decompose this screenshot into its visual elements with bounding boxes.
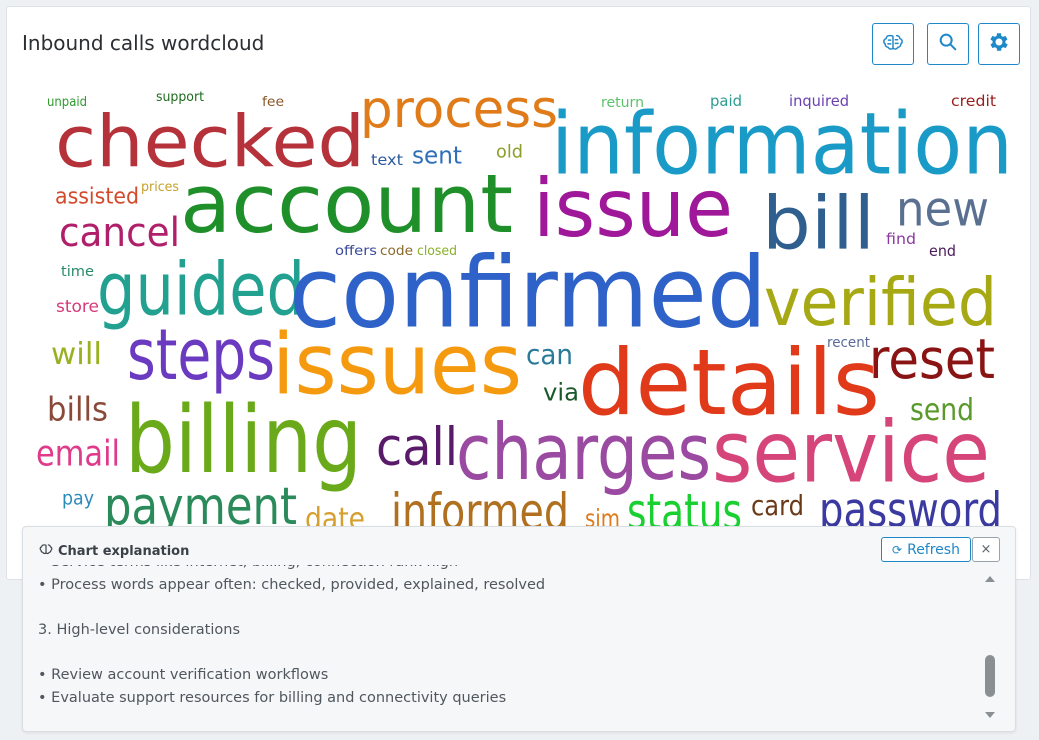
close-explanation-button[interactable]: × [972, 537, 1000, 562]
wordcloud-word: inquired [789, 92, 849, 111]
wordcloud-word: issues [272, 316, 522, 415]
widget-title: Inbound calls wordcloud [22, 31, 265, 55]
explanation-text: • Service terms like internet, billing, … [38, 565, 968, 725]
wordcloud-word: return [601, 93, 644, 111]
explanation-lines: • Service terms like internet, billing, … [38, 565, 545, 709]
wordcloud-word: reset [869, 327, 995, 392]
wordcloud-word: charges [456, 406, 711, 498]
explanation-line: 3. High-level considerations [38, 621, 241, 638]
wordcloud-word: pay [62, 487, 94, 510]
wordcloud-word: offers [335, 242, 377, 259]
explanation-line [38, 596, 545, 619]
brain-icon [39, 542, 53, 560]
explanation-line: • Evaluate support resources for billing… [38, 689, 507, 706]
wordcloud-word: can [526, 338, 573, 372]
wordcloud-word: cancel [59, 208, 180, 256]
wordcloud-word: guided [97, 246, 305, 333]
explanation-title: Chart explanation [58, 543, 190, 559]
wordcloud-word: service [712, 403, 990, 503]
wordcloud-word: issue [533, 162, 733, 256]
wordcloud-word: billing [125, 386, 362, 495]
wordcloud-word: recent [827, 333, 870, 351]
search-button[interactable] [927, 23, 969, 65]
explanation-line: • Service terms like internet, billing, … [38, 565, 545, 574]
explanation-line: • Review account verification workflows [38, 666, 329, 683]
wordcloud-word: fee [262, 93, 284, 110]
refresh-icon: ⟳ [892, 542, 903, 557]
wordcloud-word: time [61, 262, 94, 280]
wordcloud-word: prices [141, 178, 179, 195]
scroll-up-arrow-icon[interactable] [983, 571, 997, 585]
wordcloud-widget: unpaid support fee process return paid inquire… [6, 6, 1031, 580]
wordcloud-word: email [36, 432, 120, 475]
search-icon [937, 31, 959, 57]
scroll-down-arrow-icon[interactable] [983, 707, 997, 721]
wordcloud-word: sent [412, 142, 462, 171]
wordcloud-word: unpaid [47, 93, 87, 110]
wordcloud-word: steps [127, 315, 275, 397]
wordcloud-word: process [360, 79, 558, 141]
wordcloud-word: card [751, 489, 804, 523]
wordcloud-word: bills [47, 390, 108, 430]
wordcloud-word: new [896, 182, 989, 238]
gear-icon [987, 30, 1011, 58]
explanation-line: • Process words appear often: checked, p… [38, 576, 546, 593]
wordcloud-word: via [543, 379, 579, 408]
wordcloud-word: information [551, 94, 1013, 195]
refresh-label: Refresh [907, 541, 960, 558]
ai-explain-button[interactable] [872, 23, 914, 65]
wordcloud-word: old [496, 140, 523, 162]
wordcloud-word: will [51, 337, 102, 372]
wordcloud-word: code [380, 242, 413, 259]
wordcloud-word: closed [417, 242, 457, 259]
wordcloud-word: call [376, 416, 458, 479]
wordcloud-word: store [56, 296, 99, 317]
settings-button[interactable] [978, 23, 1020, 65]
explanation-scrollbar[interactable] [983, 571, 997, 723]
wordcloud-word: account [180, 158, 513, 252]
explanation-line [38, 641, 545, 664]
explanation-header: Chart explanation [39, 542, 189, 560]
scrollbar-thumb[interactable] [985, 655, 995, 697]
wordcloud-word: confirmed [289, 236, 767, 351]
wordcloud-word: find [886, 230, 916, 249]
refresh-button[interactable]: ⟳ Refresh [881, 537, 971, 562]
wordcloud-word: credit [951, 92, 996, 111]
wordcloud-word: text [371, 151, 403, 170]
wordcloud-word: support [156, 88, 204, 105]
close-icon: × [980, 542, 992, 557]
wordcloud-word: assisted [55, 182, 139, 210]
wordcloud-word: verified [764, 264, 997, 342]
wordcloud-word: paid [710, 92, 742, 111]
wordcloud-canvas: unpaid support fee process return paid inquire… [7, 7, 1032, 581]
wordcloud-word: bill [762, 180, 875, 267]
wordcloud-word: checked [55, 101, 365, 184]
chart-explanation-panel: Chart explanation ⟳ Refresh × • Service … [22, 526, 1016, 732]
wordcloud-word: end [929, 242, 956, 261]
wordcloud-word: send [910, 393, 974, 428]
wordcloud-word: details [578, 329, 880, 436]
brain-icon [882, 31, 904, 57]
